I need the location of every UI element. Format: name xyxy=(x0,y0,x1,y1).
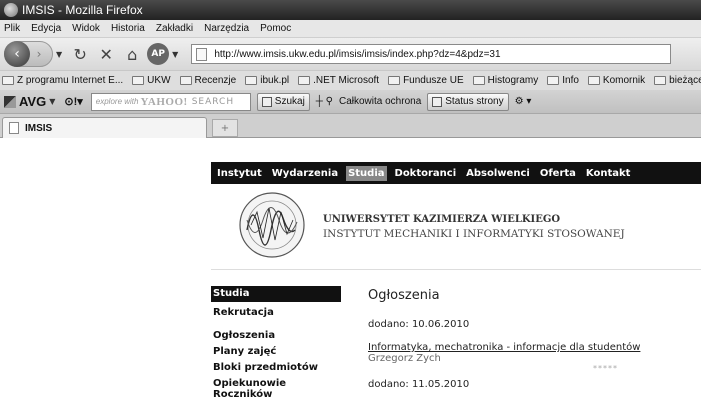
bookmark-item[interactable]: Komornik xyxy=(587,75,645,86)
tab-imsis[interactable]: IMSIS xyxy=(2,117,207,138)
folder-icon xyxy=(132,76,145,85)
folder-icon xyxy=(2,76,14,85)
site-nav-oferta[interactable]: Oferta xyxy=(538,166,578,181)
menu-file[interactable]: Plik xyxy=(4,23,20,34)
addon-badge-icon[interactable]: AP xyxy=(147,43,170,65)
back-forward-group: ‹ › xyxy=(4,41,53,67)
page-content: Instytut Wydarzenia Studia Doktoranci Ab… xyxy=(0,138,701,405)
folder-icon xyxy=(547,76,560,85)
page-heading: Ogłoszenia xyxy=(368,288,440,303)
menu-bookmarks[interactable]: Zakładki xyxy=(156,23,193,34)
page-icon xyxy=(196,47,208,61)
stop-icon[interactable]: ✕ xyxy=(95,43,117,65)
site-nav-kontakt[interactable]: Kontakt xyxy=(584,166,633,181)
post-title-link[interactable]: Informatyka, mechatronika - informacje d… xyxy=(368,342,688,353)
avg-dropdown-icon[interactable]: ▼ xyxy=(49,97,55,106)
home-icon[interactable]: ⌂ xyxy=(121,43,143,65)
tab-label: IMSIS xyxy=(25,122,53,134)
bookmark-item[interactable]: UKW xyxy=(132,75,171,86)
bookmark-page-icon xyxy=(245,76,258,85)
sidebar-item-opiekunowie[interactable]: Opiekunowie Roczników xyxy=(211,378,341,400)
menu-tools[interactable]: Narzędzia xyxy=(204,23,249,34)
url-bar[interactable]: http://www.imsis.ukw.edu.pl/imsis/imsis/… xyxy=(191,44,672,64)
bookmark-item[interactable]: bieżące OOP i bazy xyxy=(654,75,701,86)
sidebar-item-rekrutacja[interactable]: Rekrutacja xyxy=(211,307,341,318)
institute-logo xyxy=(239,192,305,258)
folder-icon xyxy=(587,76,600,85)
institute-name: INSTYTUT MECHANIKI I INFORMATYKI STOSOWA… xyxy=(323,228,625,240)
reload-icon[interactable]: ↻ xyxy=(69,43,91,65)
protection-label[interactable]: Całkowita ochrona xyxy=(339,96,421,107)
sidebar-heading: Studia xyxy=(211,286,341,302)
folder-icon xyxy=(298,76,311,85)
avg-logo[interactable]: AVG xyxy=(4,94,46,109)
tab-strip: IMSIS + xyxy=(0,114,701,138)
search-placeholder-prefix: explore with xyxy=(95,97,139,106)
forward-arrow-icon: › xyxy=(36,47,42,61)
page-icon xyxy=(9,122,19,134)
yahoo-search-input[interactable]: explore with YAHOO! SEARCH xyxy=(90,92,251,111)
history-dropdown-icon[interactable]: ▼ xyxy=(56,50,62,59)
bookmarks-toolbar: Z programu Internet E... UKW Recenzje ib… xyxy=(0,70,701,90)
search-button[interactable]: Szukaj xyxy=(256,92,310,111)
sidebar-item-plany[interactable]: Plany zajęć xyxy=(211,346,341,357)
folder-icon xyxy=(654,76,667,85)
folder-icon xyxy=(179,76,192,85)
firefox-icon xyxy=(4,3,18,17)
forward-button[interactable]: › xyxy=(30,45,48,63)
bookmark-item[interactable]: Histogramy xyxy=(472,75,538,86)
university-name: UNIWERSYTET KAZIMIERZA WIELKIEGO xyxy=(323,214,561,225)
main-content: Ogłoszenia dodano: 10.06.2010 Informatyk… xyxy=(368,288,688,390)
site-nav-doktoranci[interactable]: Doktoranci xyxy=(393,166,459,181)
bookmark-item[interactable]: .NET Microsoft xyxy=(298,75,379,86)
bookmark-item[interactable]: Z programu Internet E... xyxy=(2,75,123,86)
new-tab-button[interactable]: + xyxy=(212,119,238,137)
post-author: Grzegorz Zych xyxy=(368,353,441,364)
addon-dropdown-icon[interactable]: ▼ xyxy=(172,50,178,59)
sidebar-item-ogloszenia[interactable]: Ogłoszenia xyxy=(211,330,341,341)
site-banner: UNIWERSYTET KAZIMIERZA WIELKIEGO INSTYTU… xyxy=(211,184,701,270)
page-status-button[interactable]: Status strony xyxy=(427,92,509,111)
plus-icon: + xyxy=(220,122,230,134)
site-nav-studia[interactable]: Studia xyxy=(346,165,387,181)
separator-icon: ┼ ⚲ xyxy=(315,96,333,107)
search-icon xyxy=(261,96,272,107)
site-nav-absolwenci[interactable]: Absolwenci xyxy=(464,166,532,181)
bookmark-item[interactable]: Recenzje xyxy=(179,75,236,86)
menu-help[interactable]: Pomoc xyxy=(260,23,291,34)
navigation-toolbar: ‹ › ▼ ↻ ✕ ⌂ AP ▼ http://www.imsis.ukw.ed… xyxy=(0,38,701,70)
extra-tools-icon[interactable]: ⚙ ▾ xyxy=(515,96,532,107)
site-nav-instytut[interactable]: Instytut xyxy=(215,166,264,181)
menu-history[interactable]: Historia xyxy=(111,23,145,34)
status-icon xyxy=(432,96,443,107)
bookmark-item[interactable]: Fundusze UE xyxy=(388,75,464,86)
menu-bar: Plik Edycja Widok Historia Zakładki Narz… xyxy=(0,20,701,38)
back-arrow-icon: ‹ xyxy=(14,46,20,62)
sidebar-item-bloki[interactable]: Bloki przedmiotów xyxy=(211,362,341,373)
post-date: dodano: 11.05.2010 xyxy=(368,379,470,390)
folder-icon xyxy=(472,76,485,85)
menu-view[interactable]: Widok xyxy=(72,23,100,34)
sidebar-menu: Studia Rekrutacja Ogłoszenia Plany zajęć… xyxy=(211,286,341,400)
folder-icon xyxy=(388,76,401,85)
avg-logo-icon xyxy=(4,95,16,108)
yahoo-icon[interactable]: ⊙!▾ xyxy=(64,95,82,108)
bookmark-item[interactable]: Info xyxy=(547,75,579,86)
site-navigation: Instytut Wydarzenia Studia Doktoranci Ab… xyxy=(211,162,701,184)
url-text[interactable]: http://www.imsis.ukw.edu.pl/imsis/imsis/… xyxy=(214,49,500,60)
avg-toolbar: AVG ▼ ⊙!▾ explore with YAHOO! SEARCH Szu… xyxy=(0,90,701,114)
post-date: dodano: 10.06.2010 xyxy=(368,319,470,330)
bookmark-item[interactable]: ibuk.pl xyxy=(245,75,289,86)
rating-stars[interactable]: ***** xyxy=(593,364,688,373)
menu-edit[interactable]: Edycja xyxy=(31,23,61,34)
back-button[interactable]: ‹ xyxy=(4,41,30,67)
yahoo-brand: YAHOO! xyxy=(140,95,188,108)
window-title-bar: IMSIS - Mozilla Firefox xyxy=(0,0,701,20)
window-title: IMSIS - Mozilla Firefox xyxy=(22,3,143,17)
site-nav-wydarzenia[interactable]: Wydarzenia xyxy=(270,166,340,181)
search-placeholder-label: SEARCH xyxy=(191,96,235,107)
